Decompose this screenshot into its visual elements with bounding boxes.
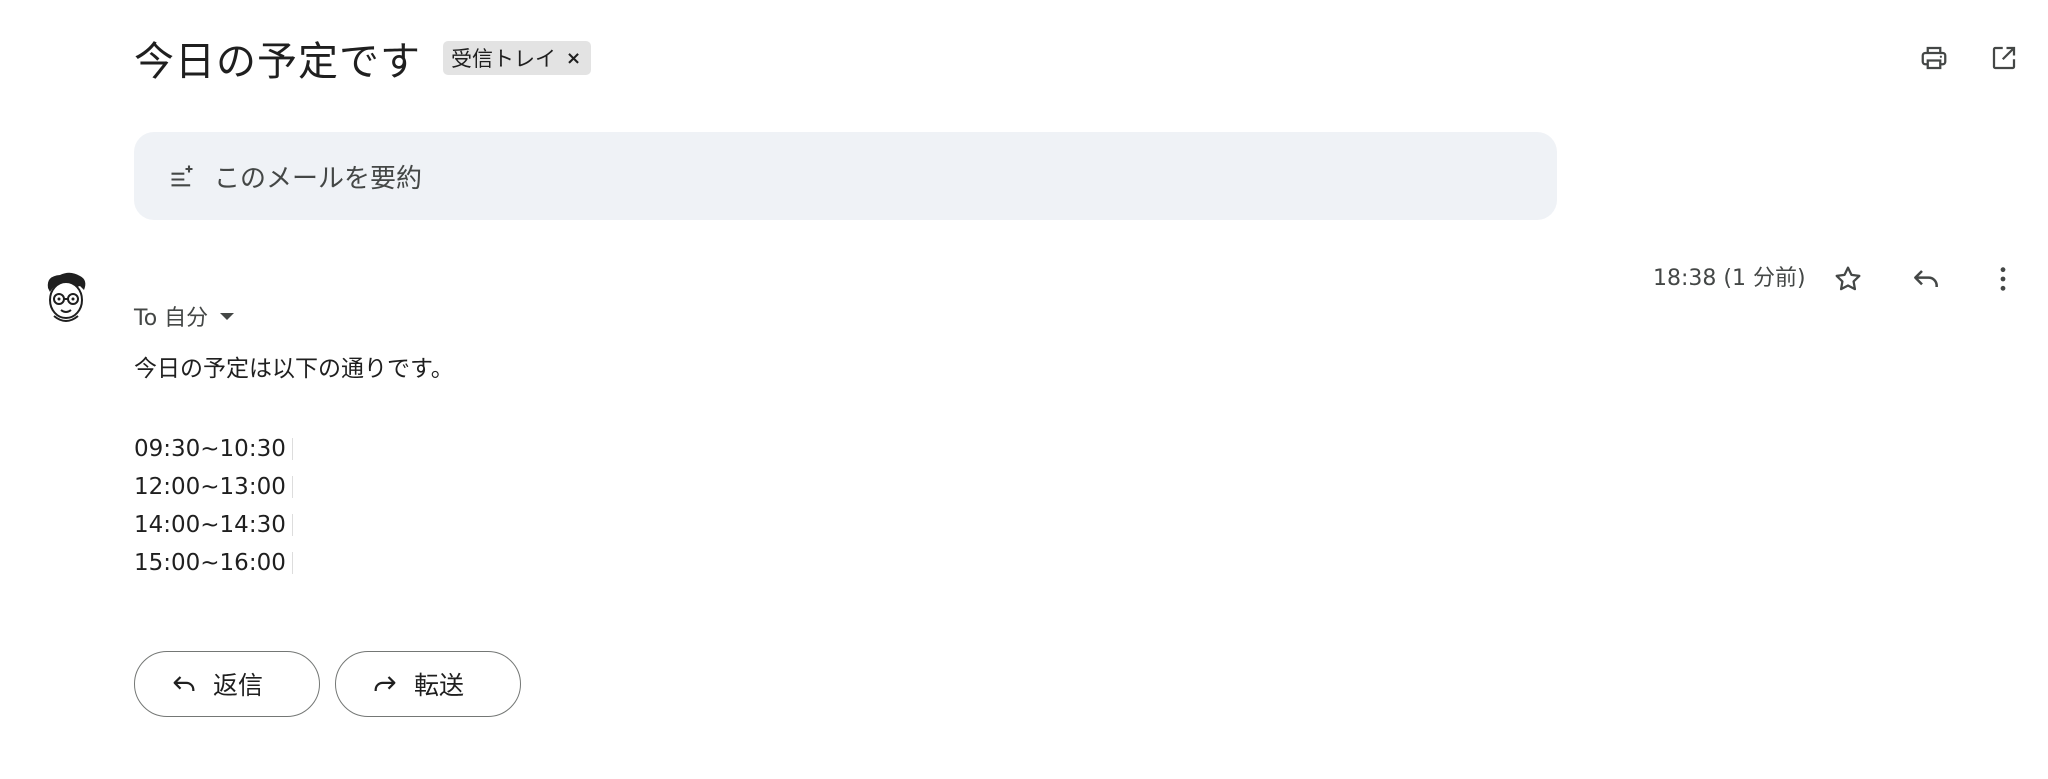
list-item: 14:00~14:30: [134, 506, 299, 544]
star-icon: [1835, 266, 1861, 291]
list-item: 09:30~10:30: [134, 430, 299, 468]
message-intro: 今日の予定は以下の通りです。: [134, 356, 454, 382]
chevron-down-icon: [220, 312, 235, 320]
list-item: 12:00~13:00: [134, 468, 299, 506]
label-chip-text: 受信トレイ: [451, 47, 556, 71]
schedule-time: 12:00~13:00: [134, 474, 286, 500]
redacted-text: [291, 514, 299, 536]
recipient-label: To 自分: [134, 306, 209, 331]
forward-button[interactable]: 転送: [335, 651, 521, 717]
redacted-text: [291, 438, 299, 460]
recipient-details-toggle[interactable]: To 自分: [134, 300, 235, 332]
subject-row: 今日の予定です 受信トレイ ×: [134, 30, 592, 86]
more-options-button[interactable]: [1983, 259, 2023, 299]
message-timestamp: 18:38 (1 分前): [1653, 266, 1806, 291]
summarize-icon: [168, 162, 196, 190]
reply-icon: [169, 669, 199, 699]
summarize-email-button[interactable]: このメールを要約: [134, 132, 1557, 220]
reply-button-header[interactable]: [1906, 259, 1946, 299]
print-icon: [1921, 46, 1947, 70]
email-subject: 今日の予定です: [134, 39, 421, 85]
schedule-time: 14:00~14:30: [134, 512, 286, 538]
schedule-list: 09:30~10:30 12:00~13:00 14:00~14:30 15:0…: [134, 430, 299, 582]
forward-icon: [370, 669, 400, 699]
reply-label: 返信: [213, 671, 264, 700]
sender-avatar[interactable]: [40, 270, 92, 326]
redacted-text: [291, 552, 299, 574]
open-in-new-window-button[interactable]: [1984, 38, 2024, 78]
summarize-label: このメールを要約: [214, 163, 423, 194]
reply-icon: [1914, 270, 1938, 287]
reply-button[interactable]: 返信: [134, 651, 320, 717]
email-view: 今日の予定です 受信トレイ × このメールを要約 To 自分 18:38 (1 …: [0, 0, 2048, 779]
remove-label-button[interactable]: ×: [566, 48, 581, 69]
open-in-new-window-icon: [1992, 46, 2016, 70]
more-vert-icon: [2000, 267, 2006, 291]
print-button[interactable]: [1914, 38, 1954, 78]
schedule-time: 09:30~10:30: [134, 436, 286, 462]
redacted-text: [291, 476, 299, 498]
forward-label: 転送: [414, 671, 465, 700]
list-item: 15:00~16:00: [134, 544, 299, 582]
schedule-time: 15:00~16:00: [134, 550, 286, 576]
label-chip-inbox[interactable]: 受信トレイ ×: [443, 41, 592, 75]
star-button[interactable]: [1828, 259, 1868, 299]
